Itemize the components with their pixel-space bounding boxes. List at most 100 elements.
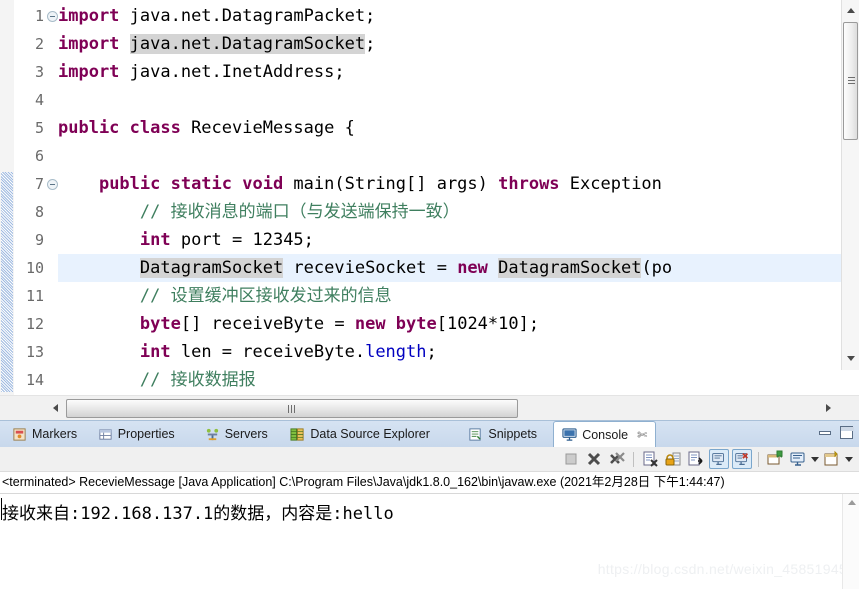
editor-body[interactable]: 1 2 3 4 5 6 7 8 9 10 11 12 13 14 import java.net.Data… bbox=[0, 0, 859, 395]
code-text: import java.net.DatagramPacket; bbox=[58, 2, 375, 30]
scroll-right-button[interactable] bbox=[821, 399, 837, 417]
line-number: 10 bbox=[25, 259, 44, 277]
remove-launch-button[interactable] bbox=[584, 449, 604, 469]
remove-all-terminated-button[interactable] bbox=[607, 449, 627, 469]
close-icon[interactable]: ✄ bbox=[637, 422, 647, 448]
scroll-down-button[interactable] bbox=[842, 350, 859, 368]
occurrence-highlight: java.net.DatagramSocket bbox=[129, 34, 366, 54]
console-output-area[interactable]: 接收来自:192.168.137.1的数据，内容是:hello https://… bbox=[0, 494, 859, 589]
console-icon bbox=[562, 427, 577, 442]
toolbar-separator bbox=[758, 451, 759, 467]
maximize-icon[interactable] bbox=[840, 426, 854, 439]
show-console-on-output-button[interactable] bbox=[709, 449, 729, 469]
tab-data-source-explorer[interactable]: Data Source Explorer bbox=[282, 421, 438, 447]
display-selected-console-button[interactable] bbox=[788, 449, 808, 469]
line-number: 14 bbox=[25, 371, 44, 389]
code-line[interactable]: import java.net.DatagramSocket; bbox=[58, 30, 859, 58]
line-number-row: 4 bbox=[14, 86, 58, 114]
field-token: length bbox=[365, 342, 427, 362]
console-toolbar-icons[interactable] bbox=[561, 449, 853, 469]
line-number-row: 7 bbox=[14, 170, 58, 198]
code-line[interactable] bbox=[58, 86, 859, 114]
code-line[interactable]: public static void main(String[] args) t… bbox=[58, 170, 859, 198]
vertical-scroll-thumb[interactable] bbox=[843, 22, 858, 140]
triangle-up-icon bbox=[847, 8, 855, 13]
view-window-buttons[interactable] bbox=[819, 426, 854, 439]
view-tab-bar[interactable]: Markers Properties Servers Data Source Expl… bbox=[0, 420, 859, 447]
code-text: // 接收消息的端口（与发送端保持一致） bbox=[58, 198, 460, 226]
keyword-token: byte bbox=[139, 314, 181, 334]
code-line[interactable]: import java.net.InetAddress; bbox=[58, 58, 859, 86]
java-editor[interactable]: 1 2 3 4 5 6 7 8 9 10 11 12 13 14 import java.net.Data… bbox=[0, 0, 859, 420]
code-line[interactable]: int len = receiveByte.length; bbox=[58, 338, 859, 366]
code-line[interactable] bbox=[58, 142, 859, 170]
code-text: DatagramSocket recevieSocket = new Datag… bbox=[58, 254, 672, 282]
scroll-up-button[interactable] bbox=[842, 2, 859, 20]
editor-vertical-scrollbar[interactable] bbox=[841, 0, 859, 370]
word-wrap-button[interactable] bbox=[686, 449, 706, 469]
code-line[interactable]: // 设置缓冲区接收发过来的信息 bbox=[58, 282, 859, 310]
tab-label: Console bbox=[582, 427, 629, 442]
scrollbar-corner bbox=[840, 399, 856, 417]
grip-icon bbox=[288, 405, 297, 413]
tab-servers[interactable]: Servers bbox=[197, 421, 276, 447]
line-number: 3 bbox=[34, 63, 44, 81]
tab-console[interactable]: Console ✄ bbox=[553, 421, 657, 448]
plain-token: recevieSocket = bbox=[283, 258, 458, 278]
editor-horizontal-scrollbar[interactable] bbox=[0, 395, 859, 420]
code-text: import java.net.DatagramSocket; bbox=[58, 30, 375, 58]
code-line[interactable]: public class RecevieMessage { bbox=[58, 114, 859, 142]
code-line[interactable]: // 接收消息的端口（与发送端保持一致） bbox=[58, 198, 859, 226]
comment-token: // 接收消息的端口（与发送端保持一致） bbox=[58, 202, 460, 222]
eclipse-ide-window: 1 2 3 4 5 6 7 8 9 10 11 12 13 14 import java.net.Data… bbox=[0, 0, 859, 589]
line-number: 13 bbox=[25, 343, 44, 361]
terminate-button[interactable] bbox=[561, 449, 581, 469]
triangle-up-icon[interactable] bbox=[848, 500, 856, 505]
code-line[interactable]: // 接收数据报 bbox=[58, 366, 859, 394]
horizontal-scroll-thumb[interactable] bbox=[66, 399, 518, 418]
properties-icon bbox=[98, 427, 113, 442]
line-number: 11 bbox=[25, 287, 44, 305]
clear-console-button[interactable] bbox=[640, 449, 660, 469]
show-console-on-error-button[interactable] bbox=[732, 449, 752, 469]
console-output-text: 接收来自:192.168.137.1的数据，内容是:hello bbox=[2, 504, 394, 524]
line-number: 5 bbox=[34, 119, 44, 137]
plain-token: Exception bbox=[569, 174, 662, 194]
code-text-area[interactable]: import java.net.DatagramPacket; import ja… bbox=[58, 0, 859, 395]
code-line[interactable]: DatagramSocket recevieSocket = new Datag… bbox=[58, 254, 859, 282]
keyword-token: public class bbox=[58, 118, 192, 138]
chevron-down-icon[interactable] bbox=[845, 456, 853, 462]
comment-token: // 设置缓冲区接收发过来的信息 bbox=[58, 286, 392, 306]
code-line[interactable]: int port = 12345; bbox=[58, 226, 859, 254]
scroll-left-button[interactable] bbox=[48, 399, 64, 417]
console-vertical-scrollbar[interactable] bbox=[842, 494, 859, 589]
triangle-down-icon bbox=[847, 356, 855, 361]
line-number-row: 12 bbox=[14, 310, 58, 338]
console-toolbar[interactable] bbox=[0, 447, 859, 472]
plain-token: (po bbox=[641, 258, 673, 278]
tab-snippets[interactable]: Snippets bbox=[460, 421, 545, 447]
tab-markers[interactable]: Markers bbox=[4, 421, 85, 447]
scroll-lock-button[interactable] bbox=[663, 449, 683, 469]
annotation-ruler[interactable] bbox=[0, 0, 15, 395]
code-line[interactable]: byte[] receiveByte = new byte[1024*10]; bbox=[58, 310, 859, 338]
open-console-button[interactable] bbox=[822, 449, 842, 469]
minimize-icon[interactable] bbox=[819, 430, 831, 435]
code-text: int port = 12345; bbox=[58, 226, 314, 254]
line-number-row: 13 bbox=[14, 338, 58, 366]
line-number: 2 bbox=[34, 35, 44, 53]
line-number-row: 9 bbox=[14, 226, 58, 254]
servers-icon bbox=[205, 427, 220, 442]
chevron-down-icon[interactable] bbox=[811, 456, 819, 462]
line-number: 6 bbox=[34, 147, 44, 165]
code-text: import java.net.InetAddress; bbox=[58, 58, 345, 86]
fold-collapse-icon[interactable] bbox=[47, 11, 58, 22]
tab-properties[interactable]: Properties bbox=[90, 421, 183, 447]
keyword-token: public static void bbox=[98, 174, 294, 194]
code-line[interactable]: import java.net.DatagramPacket; bbox=[58, 2, 859, 30]
line-number: 1 bbox=[34, 7, 44, 25]
fold-collapse-icon[interactable] bbox=[47, 179, 58, 190]
pin-console-button[interactable] bbox=[765, 449, 785, 469]
